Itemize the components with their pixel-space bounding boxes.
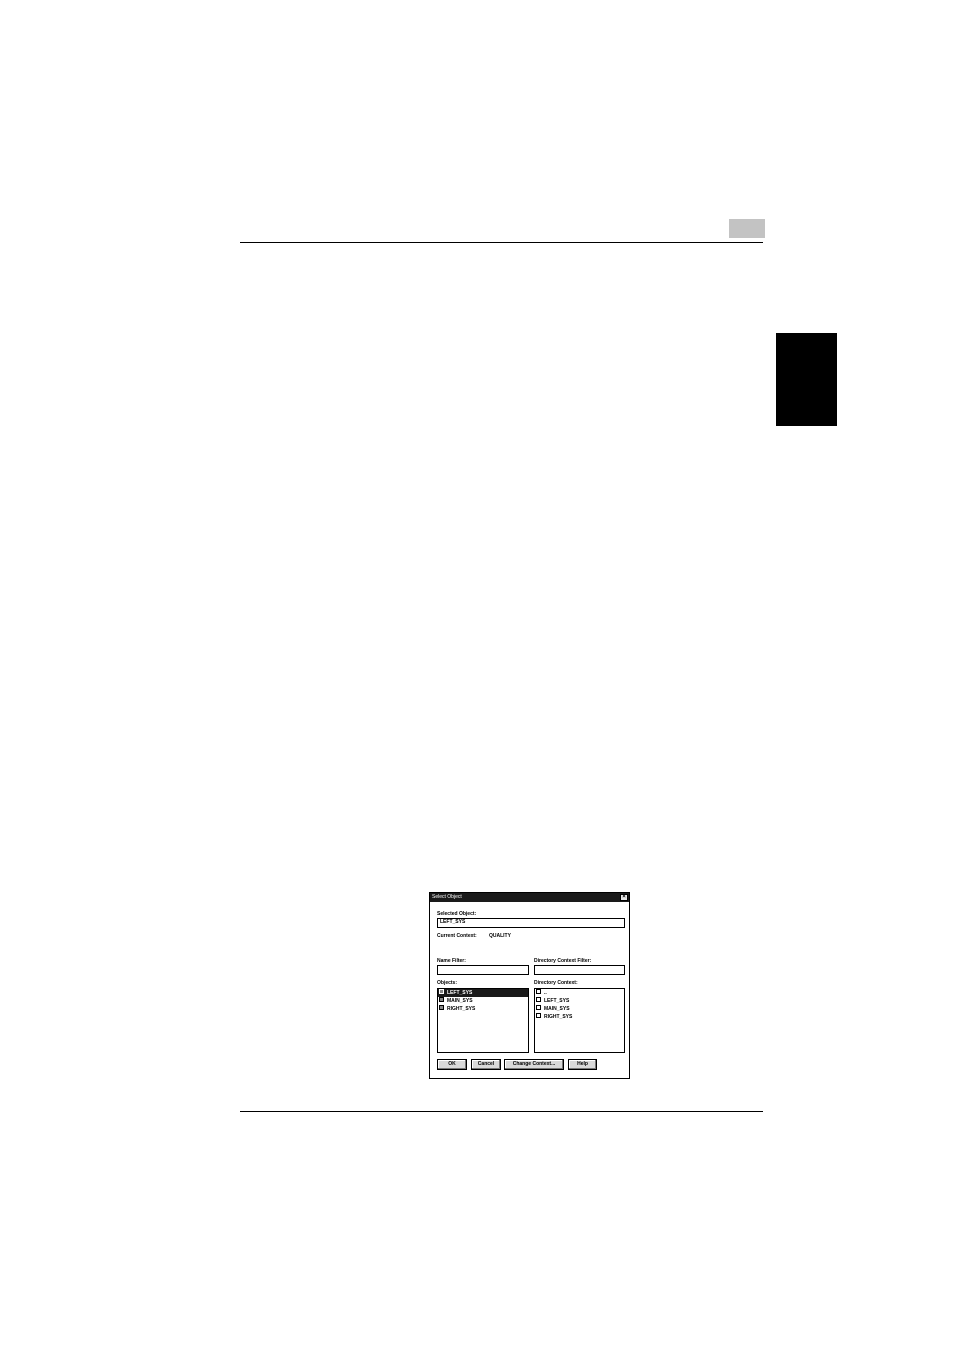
list-item[interactable]: .. [535, 989, 624, 997]
dir-context-label: Directory Context: [534, 980, 578, 986]
current-context-label: Current Context: [437, 933, 477, 939]
list-item-label: RIGHT_SYS [447, 1006, 476, 1012]
header-rule [240, 242, 763, 243]
folder-up-icon [536, 989, 541, 995]
dir-context-filter-label: Directory Context Filter: [534, 958, 592, 964]
list-item[interactable]: RIGHT_SYS [438, 1005, 528, 1013]
name-filter-input[interactable] [437, 965, 529, 975]
object-icon [439, 989, 444, 995]
list-item-label: RIGHT_SYS [544, 1014, 573, 1020]
list-item[interactable]: MAIN_SYS [438, 997, 528, 1005]
container-icon [536, 1005, 541, 1011]
select-object-dialog: Select Object × Selected Object: LEFT_SY… [429, 892, 630, 1079]
dialog-title: Select Object [432, 894, 462, 900]
list-item-label: .. [544, 990, 547, 996]
dir-context-filter-input[interactable] [534, 965, 625, 975]
name-filter-label: Name Filter: [437, 958, 466, 964]
list-item-label: MAIN_SYS [447, 998, 473, 1004]
footer-rule [240, 1111, 763, 1112]
objects-label: Objects: [437, 980, 458, 986]
object-icon [439, 1005, 444, 1011]
object-icon [439, 997, 444, 1003]
list-item[interactable]: LEFT_SYS [535, 997, 624, 1005]
help-button[interactable]: Help [568, 1059, 597, 1070]
list-item[interactable]: MAIN_SYS [535, 1005, 624, 1013]
container-icon [536, 1013, 541, 1019]
list-item-label: LEFT_SYS [544, 998, 570, 1004]
cancel-button[interactable]: Cancel [471, 1059, 501, 1070]
selected-object-label: Selected Object: [437, 911, 477, 917]
header-page-box [729, 219, 765, 238]
list-item[interactable]: LEFT_SYS [438, 989, 528, 997]
chapter-tab [776, 333, 837, 426]
change-context-button[interactable]: Change Context... [504, 1059, 564, 1070]
dialog-titlebar[interactable]: Select Object × [430, 893, 629, 902]
ok-button[interactable]: OK [437, 1059, 467, 1070]
list-item[interactable]: RIGHT_SYS [535, 1013, 624, 1021]
objects-listbox[interactable]: LEFT_SYS MAIN_SYS RIGHT_SYS [437, 988, 529, 1053]
container-icon [536, 997, 541, 1003]
current-context-value: QUALITY [489, 933, 511, 939]
selected-object-input[interactable]: LEFT_SYS [437, 918, 625, 928]
list-item-label: MAIN_SYS [544, 1006, 570, 1012]
close-icon[interactable]: × [620, 894, 628, 901]
list-item-label: LEFT_SYS [447, 990, 473, 996]
dir-context-listbox[interactable]: .. LEFT_SYS MAIN_SYS RIGHT_SYS [534, 988, 625, 1053]
